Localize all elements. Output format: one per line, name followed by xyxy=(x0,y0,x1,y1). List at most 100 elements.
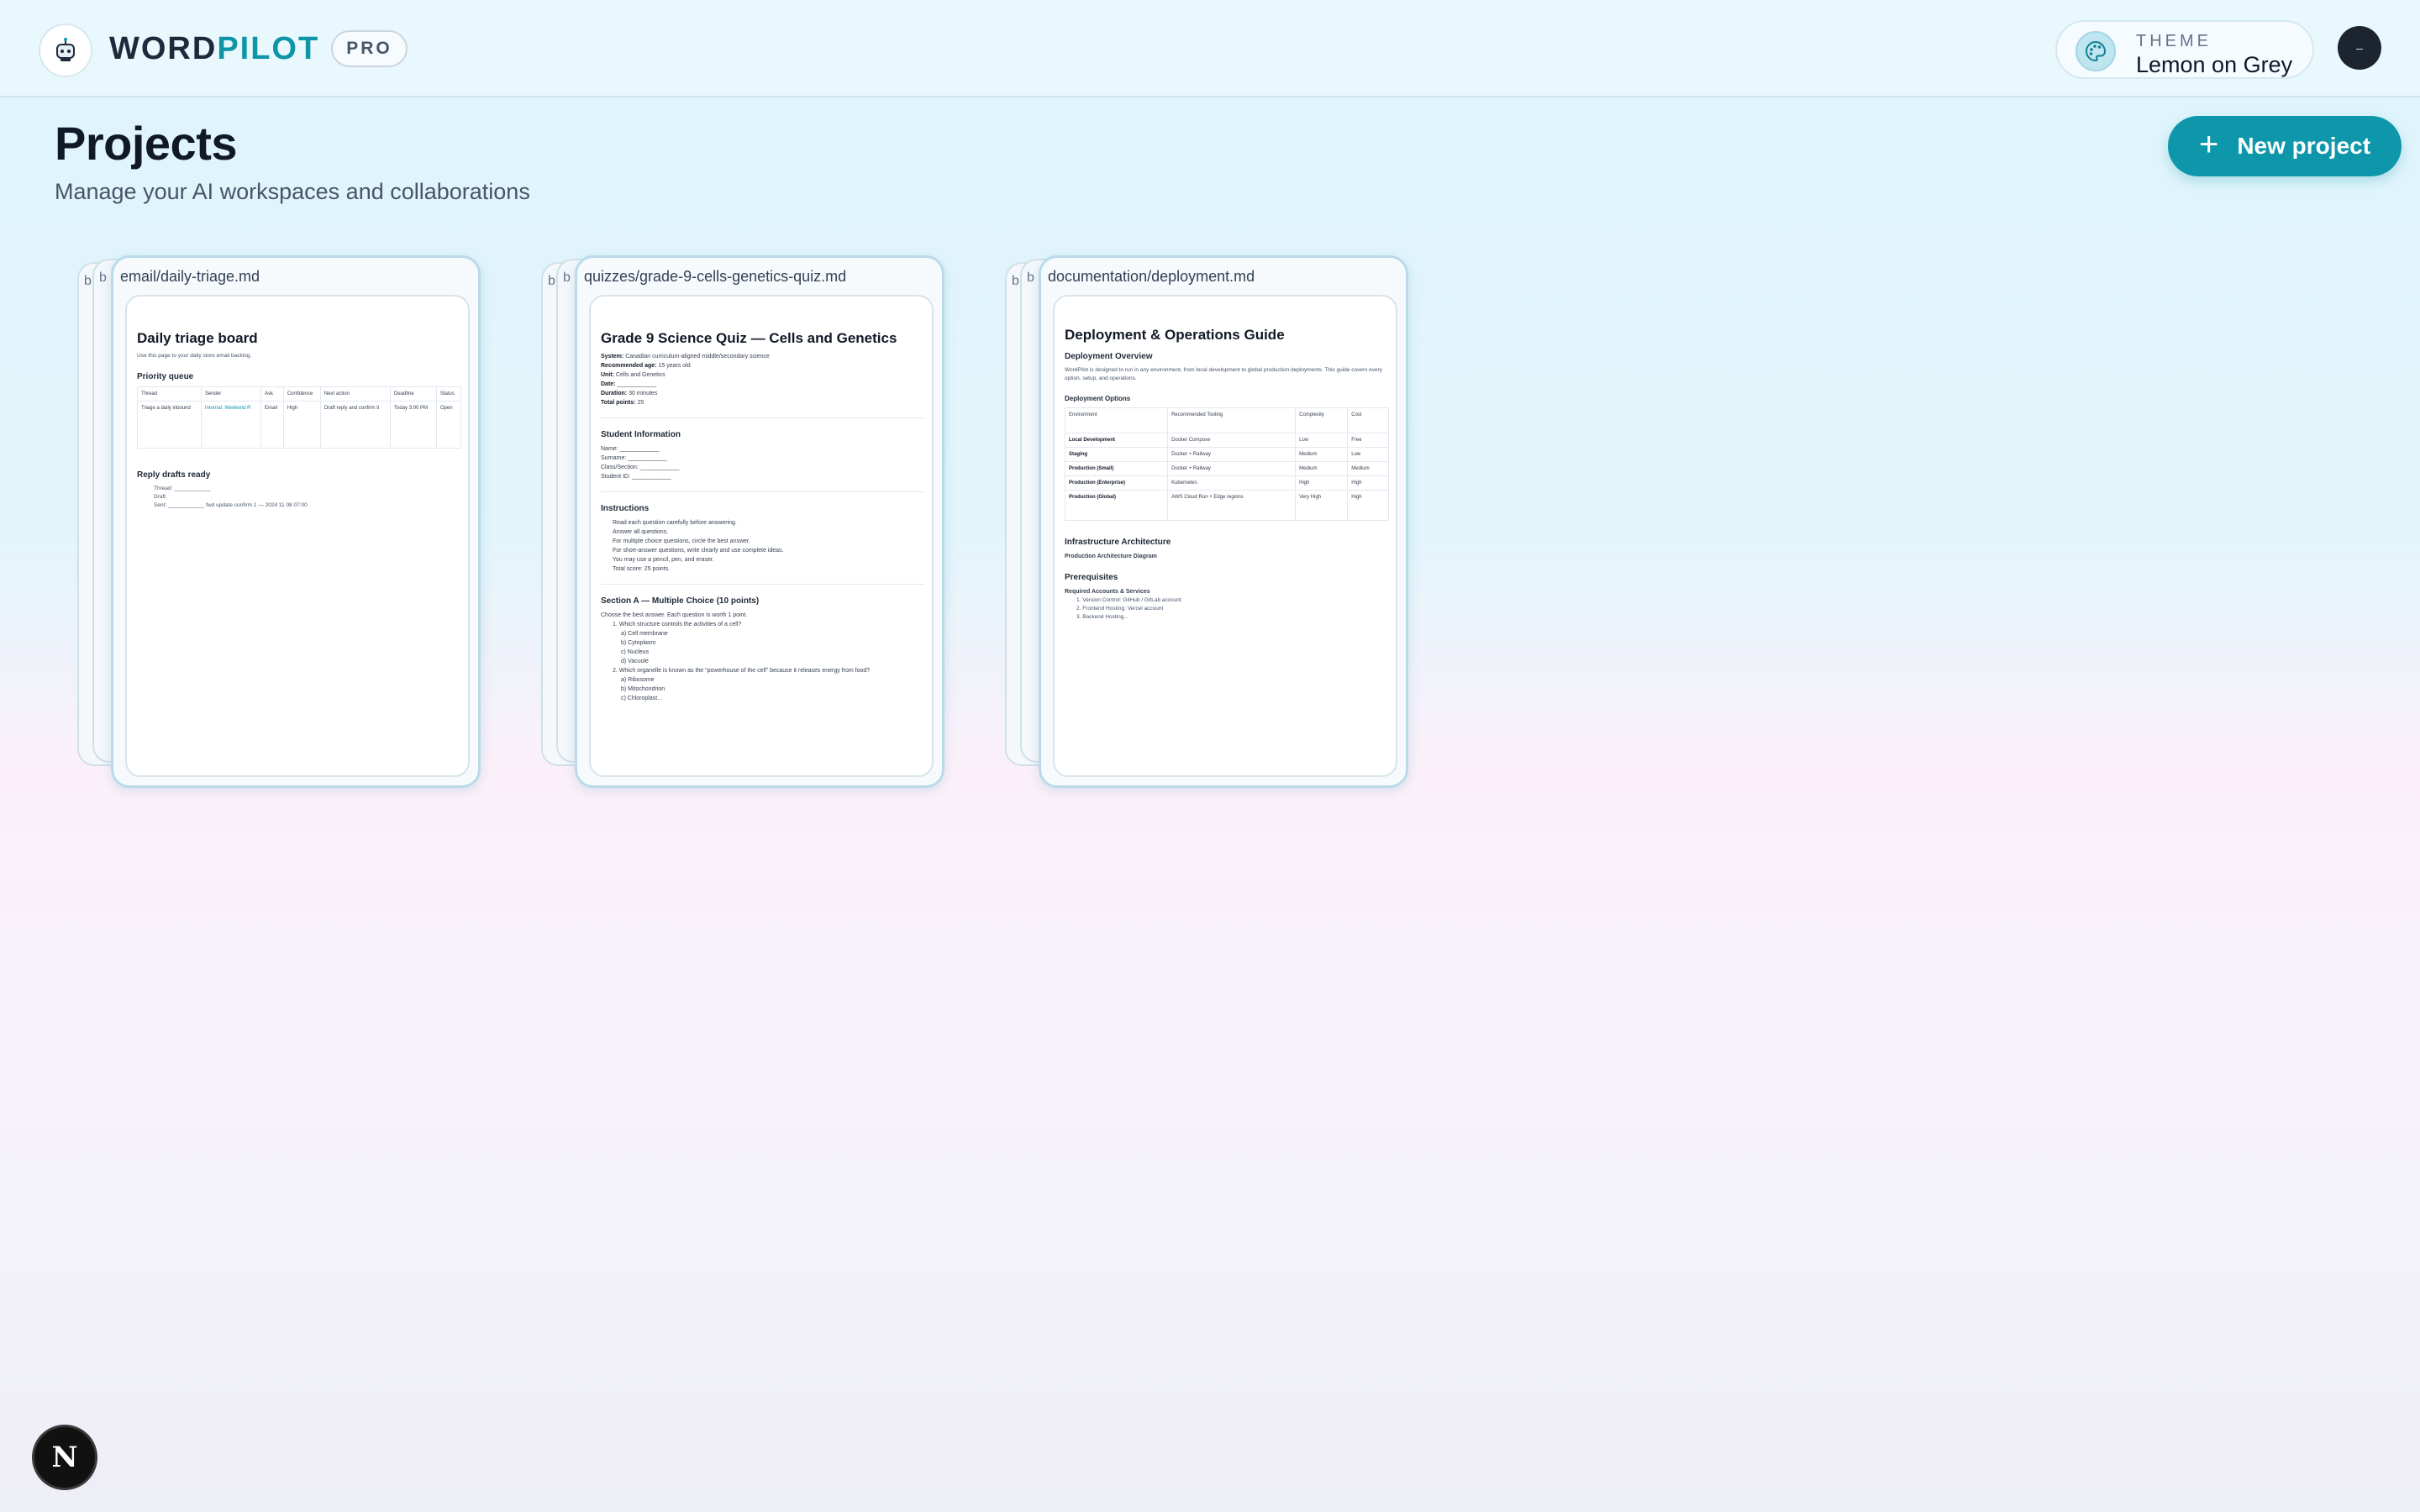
project-card-daily-triage[interactable]: b b email/daily-triage.md Daily triage b… xyxy=(77,254,481,791)
meta-value: 25 xyxy=(637,400,644,406)
instruction-item: Total score: 25 points. xyxy=(613,566,671,572)
meta-key: Total points: xyxy=(601,400,636,406)
question-line: 1. Which structure controls the activiti… xyxy=(613,622,742,627)
stack-tab-label: b xyxy=(99,270,107,285)
divider xyxy=(601,417,925,418)
project-front-page[interactable]: email/daily-triage.md Daily triage board… xyxy=(111,255,481,788)
table-row: Production (Enterprise) Kubernetes High … xyxy=(1064,475,1389,491)
doc-section-heading: Deployment Options xyxy=(1065,395,1131,402)
prereq-item: 2. Frontend Hosting: Vercel account xyxy=(1076,606,1164,612)
meta-key: Recommended age: xyxy=(601,363,657,369)
new-project-button[interactable]: + New project xyxy=(2168,116,2402,176)
stack-tab-label: b xyxy=(84,274,92,288)
table-cell: High xyxy=(1347,475,1389,491)
table-cell: Production (Enterprise) xyxy=(1064,475,1169,491)
question-line: d) Vacuole xyxy=(621,659,649,664)
plus-icon: + xyxy=(2198,126,2219,163)
document-preview: Deployment & Operations Guide Deployment… xyxy=(1053,295,1397,777)
top-bar: WORDPILOT PRO THEME Lemon on Grey – xyxy=(0,0,2420,97)
user-avatar[interactable]: – xyxy=(2338,26,2381,70)
draft-line: Sent: ____________ fwd update confirm 1 … xyxy=(154,502,308,508)
table-cell: High xyxy=(1347,490,1389,521)
table-header-cell: Recommended Tooling xyxy=(1167,407,1297,433)
question-line: c) Chloroplast... xyxy=(621,696,663,701)
project-card-science-quiz[interactable]: b b quizzes/grade-9-cells-genetics-quiz.… xyxy=(541,254,944,791)
nextjs-logo-icon: N xyxy=(51,1441,78,1474)
stack-tab-label: b xyxy=(548,274,555,288)
doc-section-heading: Infrastructure Architecture xyxy=(1065,538,1171,547)
student-field: Surname: ____________ xyxy=(601,455,668,461)
question-line: a) Cell membrane xyxy=(621,631,668,637)
table-cell: Medium xyxy=(1295,461,1349,476)
instruction-item: For multiple choice questions, circle th… xyxy=(613,538,750,544)
table-header-cell: Status xyxy=(435,386,462,402)
table-cell: Production (Small) xyxy=(1064,461,1169,476)
pro-badge: PRO xyxy=(331,30,408,67)
table-header-cell: Deadline xyxy=(390,386,437,402)
question-line: a) Ribosome xyxy=(621,677,655,683)
table-header-cell: Cost xyxy=(1347,407,1389,433)
table-row: Staging Docker + Railway Medium Low xyxy=(1064,447,1389,462)
question-line: 2. Which organelle is known as the "powe… xyxy=(613,668,871,674)
project-file-path: email/daily-triage.md xyxy=(120,268,260,285)
question-line: b) Mitochondrion xyxy=(621,686,666,692)
table-header-cell: Next action xyxy=(319,386,392,402)
question-line: c) Nucleus xyxy=(621,649,650,655)
table-header-row: Thread Sender Ask Confidence Next action… xyxy=(137,386,462,402)
brand-wordmark: WORDPILOT xyxy=(109,31,319,67)
project-front-page[interactable]: documentation/deployment.md Deployment &… xyxy=(1039,255,1408,788)
table-cell: Triage a daily inbound xyxy=(137,401,202,449)
table-cell: Low xyxy=(1347,447,1389,462)
table-cell: Staging xyxy=(1064,447,1169,462)
divider xyxy=(601,491,925,492)
student-field: Class/Section: ____________ xyxy=(601,465,680,470)
theme-value: Lemon on Grey xyxy=(2136,52,2293,77)
table-row: Production (Global) AWS Cloud Run + Edge… xyxy=(1064,490,1389,521)
instruction-item: You may use a pencil, pen, and eraser. xyxy=(613,557,714,563)
table-cell: High xyxy=(282,401,321,449)
table-cell: Kubernetes xyxy=(1167,475,1297,491)
meta-key: System: xyxy=(601,354,624,360)
doc-section-heading: Prerequisites xyxy=(1065,573,1118,582)
doc-section-heading: Section A — Multiple Choice (10 points) xyxy=(601,596,760,606)
theme-selector[interactable]: THEME Lemon on Grey xyxy=(2055,20,2314,79)
table-header-cell: Thread xyxy=(137,386,202,402)
student-field: Name: ____________ xyxy=(601,446,660,452)
table-cell: Low xyxy=(1295,433,1349,448)
nextjs-dev-indicator[interactable]: N xyxy=(32,1425,97,1490)
table-cell: High xyxy=(1295,475,1349,491)
table-row: Production (Small) Docker + Railway Medi… xyxy=(1064,461,1389,476)
doc-intro: Use this page to your daily store email … xyxy=(137,353,252,359)
table-cell: Email xyxy=(260,401,284,449)
table-header-cell: Environment xyxy=(1064,407,1169,433)
table-header-row: Environment Recommended Tooling Complexi… xyxy=(1064,407,1389,433)
avatar-initial: – xyxy=(2356,41,2363,55)
meta-key: Unit: xyxy=(601,372,614,378)
brand-word-part2: PILOT xyxy=(217,30,320,66)
table-header-cell: Sender xyxy=(200,386,261,402)
instruction-item: For short-answer questions, write clearl… xyxy=(613,548,784,554)
draft-line: Draft xyxy=(154,494,166,500)
project-card-deployment[interactable]: b b documentation/deployment.md Deployme… xyxy=(1005,254,1408,791)
meta-value: 30 minutes xyxy=(629,391,658,396)
stack-tab-label: b xyxy=(1027,270,1034,285)
table-header-cell: Confidence xyxy=(282,386,321,402)
table-cell: Local Development xyxy=(1064,433,1169,448)
new-project-label: New project xyxy=(2237,133,2371,159)
question-line: b) Cytoplasm xyxy=(621,640,656,646)
doc-title: Daily triage board xyxy=(137,330,258,346)
table-cell: Medium xyxy=(1347,461,1389,476)
student-field: Student ID: ____________ xyxy=(601,474,671,480)
brand[interactable]: WORDPILOT PRO xyxy=(109,29,408,69)
logo-robot-icon[interactable] xyxy=(39,24,92,77)
project-file-path: quizzes/grade-9-cells-genetics-quiz.md xyxy=(584,268,847,285)
table-cell: Medium xyxy=(1295,447,1349,462)
brand-word-part1: WORD xyxy=(109,30,218,66)
table-cell: Very High xyxy=(1295,490,1349,521)
instruction-item: Read each question carefully before answ… xyxy=(613,520,737,526)
project-front-page[interactable]: quizzes/grade-9-cells-genetics-quiz.md G… xyxy=(575,255,944,788)
theme-label: THEME xyxy=(2136,32,2212,50)
table-cell: Docker Compose xyxy=(1167,433,1297,448)
prereq-item: 3. Backend Hosting... xyxy=(1076,614,1128,620)
table-cell: AWS Cloud Run + Edge regions xyxy=(1167,490,1297,521)
